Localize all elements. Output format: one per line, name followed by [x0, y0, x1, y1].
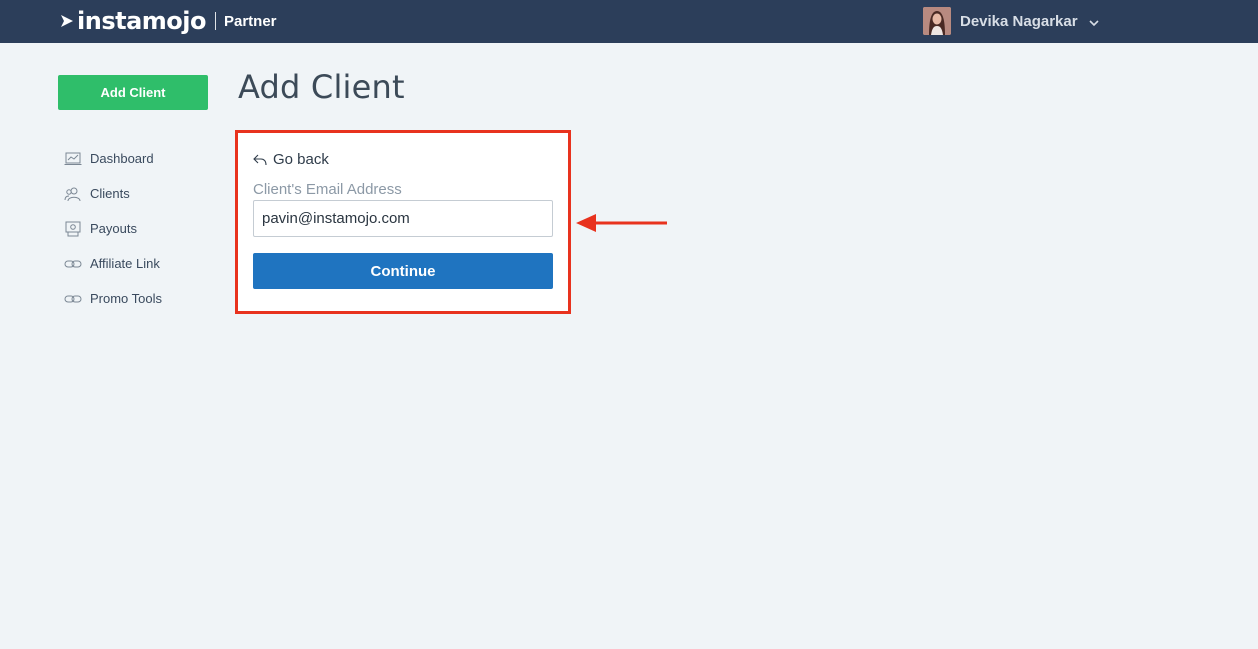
add-client-button[interactable]: Add Client [58, 75, 208, 110]
instamojo-logo[interactable]: instamojo Partner [59, 7, 277, 35]
sidebar-item-label: Dashboard [90, 151, 154, 166]
sidebar-item-label: Affiliate Link [90, 256, 160, 271]
clients-icon [64, 187, 81, 201]
continue-button[interactable]: Continue [253, 253, 553, 289]
sidebar-item-label: Clients [90, 186, 130, 201]
page-title: Add Client [238, 68, 405, 106]
go-back-label: Go back [273, 151, 329, 168]
payouts-icon [65, 221, 81, 236]
avatar [923, 7, 951, 35]
go-back-link[interactable]: Go back [253, 151, 329, 168]
sidebar-item-label: Payouts [90, 221, 137, 236]
link-icon [64, 260, 82, 267]
sidebar-item-affiliate-link[interactable]: Affiliate Link [64, 246, 162, 281]
logo-play-icon [61, 15, 73, 27]
section-label: Partner [223, 12, 277, 30]
email-field[interactable] [253, 200, 553, 237]
sidebar-item-clients[interactable]: Clients [64, 176, 162, 211]
dashboard-icon [64, 152, 82, 165]
user-name: Devika Nagarkar [960, 12, 1078, 30]
user-menu[interactable]: Devika Nagarkar [923, 6, 1100, 36]
logo-wordmark: instamojo [77, 7, 206, 35]
sidebar-item-promo-tools[interactable]: Promo Tools [64, 281, 162, 316]
link-icon [64, 295, 82, 302]
back-arrow-icon [253, 154, 267, 165]
sidebar-item-dashboard[interactable]: Dashboard [64, 141, 162, 176]
logo-divider [214, 12, 216, 30]
sidebar-item-label: Promo Tools [90, 291, 163, 306]
sidebar-item-payouts[interactable]: Payouts [64, 211, 162, 246]
chevron-down-icon [1089, 19, 1099, 26]
add-client-form: Go back Client's Email Address Continue [235, 130, 571, 314]
email-field-label: Client's Email Address [253, 181, 402, 198]
top-navbar: instamojo Partner Devika Nagarkar [0, 0, 1258, 43]
sidebar-nav: Dashboard Clients Payouts Affiliate Link… [64, 141, 162, 316]
annotation-arrow-icon [576, 214, 667, 232]
